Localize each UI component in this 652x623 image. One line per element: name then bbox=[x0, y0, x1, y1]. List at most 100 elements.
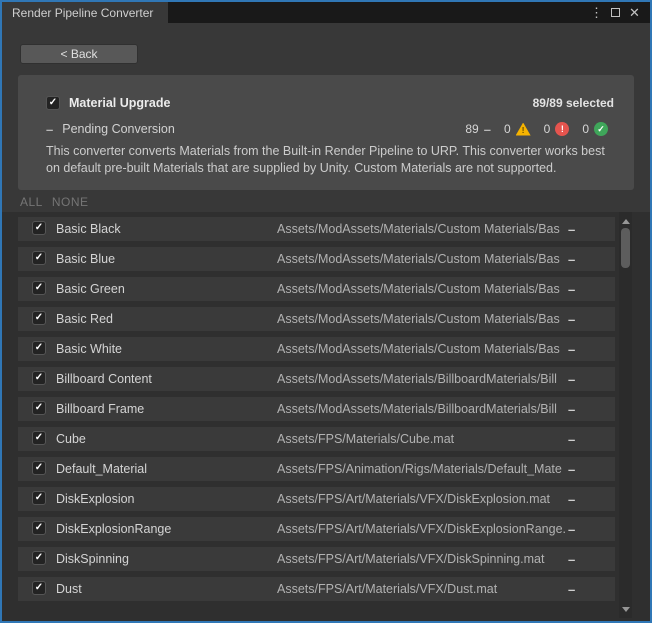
converter-description: This converter converts Materials from t… bbox=[46, 143, 618, 177]
row-path: Assets/FPS/Art/Materials/VFX/DiskExplosi… bbox=[277, 492, 567, 506]
row-path: Assets/FPS/Art/Materials/VFX/DiskExplosi… bbox=[277, 522, 567, 536]
pending-count: 89 bbox=[465, 122, 478, 136]
status-counters: 89 – 0 ! 0 ! 0 ✓ bbox=[465, 122, 608, 136]
row-status-icon: – bbox=[568, 252, 575, 267]
render-pipeline-converter-window: Render Pipeline Converter ⋮ ✕ < Back ✓ M… bbox=[0, 0, 652, 623]
vertical-scrollbar[interactable] bbox=[619, 212, 632, 618]
material-row[interactable]: ✓ Billboard Content Assets/ModAssets/Mat… bbox=[18, 367, 615, 391]
material-row[interactable]: ✓ DiskExplosion Assets/FPS/Art/Materials… bbox=[18, 487, 615, 511]
row-checkbox[interactable]: ✓ bbox=[32, 491, 46, 505]
converter-name: Material Upgrade bbox=[69, 96, 170, 110]
row-path: Assets/ModAssets/Materials/Custom Materi… bbox=[277, 222, 567, 236]
material-row[interactable]: ✓ Basic Green Assets/ModAssets/Materials… bbox=[18, 277, 615, 301]
row-path: Assets/ModAssets/Materials/BillboardMate… bbox=[277, 372, 567, 386]
row-name: DiskExplosionRange bbox=[56, 522, 171, 536]
selection-buttons: ALL NONE bbox=[20, 194, 89, 210]
row-checkbox[interactable]: ✓ bbox=[32, 221, 46, 235]
row-name: Basic Blue bbox=[56, 252, 115, 266]
row-path: Assets/FPS/Art/Materials/VFX/Dust.mat bbox=[277, 582, 567, 596]
warning-counter: 0 ! bbox=[504, 122, 531, 136]
row-name: Default_Material bbox=[56, 462, 147, 476]
pending-dash-icon: – bbox=[484, 123, 491, 136]
row-status-icon: – bbox=[568, 582, 575, 597]
success-icon: ✓ bbox=[594, 122, 608, 136]
pending-state-icon: – bbox=[46, 123, 53, 136]
row-status-icon: – bbox=[568, 552, 575, 567]
title-bar: Render Pipeline Converter ⋮ ✕ bbox=[2, 2, 650, 23]
row-name: Cube bbox=[56, 432, 86, 446]
error-icon: ! bbox=[555, 122, 569, 136]
row-checkbox[interactable]: ✓ bbox=[32, 551, 46, 565]
select-all-button[interactable]: ALL bbox=[20, 195, 43, 209]
window-controls: ⋮ ✕ bbox=[587, 2, 644, 23]
row-status-icon: – bbox=[568, 282, 575, 297]
window-tab-title: Render Pipeline Converter bbox=[12, 6, 153, 20]
material-row[interactable]: ✓ Basic Blue Assets/ModAssets/Materials/… bbox=[18, 247, 615, 271]
material-row[interactable]: ✓ Default_Material Assets/FPS/Animation/… bbox=[18, 457, 615, 481]
window-menu-icon[interactable]: ⋮ bbox=[587, 5, 606, 21]
row-checkbox[interactable]: ✓ bbox=[32, 401, 46, 415]
pending-conversion-label: Pending Conversion bbox=[62, 122, 175, 136]
converter-checkbox[interactable]: ✓ bbox=[46, 96, 60, 110]
scrollbar-thumb[interactable] bbox=[621, 228, 630, 268]
converter-panel: ✓ Material Upgrade 89/89 selected – Pend… bbox=[18, 75, 634, 190]
material-row[interactable]: ✓ Basic Black Assets/ModAssets/Materials… bbox=[18, 217, 615, 241]
row-checkbox[interactable]: ✓ bbox=[32, 431, 46, 445]
row-path: Assets/ModAssets/Materials/Custom Materi… bbox=[277, 252, 567, 266]
row-path: Assets/ModAssets/Materials/Custom Materi… bbox=[277, 342, 567, 356]
row-checkbox[interactable]: ✓ bbox=[32, 311, 46, 325]
row-name: Billboard Content bbox=[56, 372, 152, 386]
materials-list-area: ✓ Basic Black Assets/ModAssets/Materials… bbox=[2, 212, 650, 621]
success-count: 0 bbox=[582, 122, 589, 136]
row-path: Assets/FPS/Animation/Rigs/Materials/Defa… bbox=[277, 462, 567, 476]
row-status-icon: – bbox=[568, 492, 575, 507]
converter-header-row: ✓ Material Upgrade 89/89 selected bbox=[46, 94, 614, 112]
row-name: Billboard Frame bbox=[56, 402, 144, 416]
error-count: 0 bbox=[544, 122, 551, 136]
row-name: Basic Green bbox=[56, 282, 125, 296]
material-row[interactable]: ✓ Basic White Assets/ModAssets/Materials… bbox=[18, 337, 615, 361]
row-status-icon: – bbox=[568, 342, 575, 357]
row-status-icon: – bbox=[568, 402, 575, 417]
window-tab[interactable]: Render Pipeline Converter bbox=[2, 2, 168, 23]
material-row[interactable]: ✓ Billboard Frame Assets/ModAssets/Mater… bbox=[18, 397, 615, 421]
error-counter: 0 ! bbox=[544, 122, 570, 136]
row-checkbox[interactable]: ✓ bbox=[32, 251, 46, 265]
row-path: Assets/FPS/Materials/Cube.mat bbox=[277, 432, 567, 446]
material-row[interactable]: ✓ DiskSpinning Assets/FPS/Art/Materials/… bbox=[18, 547, 615, 571]
row-checkbox[interactable]: ✓ bbox=[32, 281, 46, 295]
row-name: DiskSpinning bbox=[56, 552, 129, 566]
selected-summary: 89/89 selected bbox=[533, 96, 614, 110]
row-status-icon: – bbox=[568, 522, 575, 537]
close-icon[interactable]: ✕ bbox=[625, 5, 644, 21]
row-name: Basic Red bbox=[56, 312, 113, 326]
material-row[interactable]: ✓ DiskExplosionRange Assets/FPS/Art/Mate… bbox=[18, 517, 615, 541]
scroll-down-icon[interactable] bbox=[619, 602, 632, 616]
row-status-icon: – bbox=[568, 432, 575, 447]
row-checkbox[interactable]: ✓ bbox=[32, 341, 46, 355]
maximize-icon[interactable] bbox=[606, 5, 625, 20]
pending-counter: 89 – bbox=[465, 122, 491, 136]
back-button[interactable]: < Back bbox=[20, 44, 138, 64]
pending-conversion-row[interactable]: – Pending Conversion 89 – 0 ! 0 ! 0 bbox=[46, 120, 608, 138]
row-name: Basic White bbox=[56, 342, 122, 356]
row-path: Assets/FPS/Art/Materials/VFX/DiskSpinnin… bbox=[277, 552, 567, 566]
select-none-button[interactable]: NONE bbox=[52, 195, 89, 209]
row-status-icon: – bbox=[568, 222, 575, 237]
row-status-icon: – bbox=[568, 312, 575, 327]
material-row[interactable]: ✓ Cube Assets/FPS/Materials/Cube.mat – bbox=[18, 427, 615, 451]
warning-count: 0 bbox=[504, 122, 511, 136]
row-checkbox[interactable]: ✓ bbox=[32, 461, 46, 475]
row-checkbox[interactable]: ✓ bbox=[32, 521, 46, 535]
material-row[interactable]: ✓ Dust Assets/FPS/Art/Materials/VFX/Dust… bbox=[18, 577, 615, 601]
success-counter: 0 ✓ bbox=[582, 122, 608, 136]
row-status-icon: – bbox=[568, 372, 575, 387]
row-path: Assets/ModAssets/Materials/Custom Materi… bbox=[277, 282, 567, 296]
row-name: Dust bbox=[56, 582, 82, 596]
row-path: Assets/ModAssets/Materials/Custom Materi… bbox=[277, 312, 567, 326]
material-row[interactable]: ✓ Basic Red Assets/ModAssets/Materials/C… bbox=[18, 307, 615, 331]
row-name: DiskExplosion bbox=[56, 492, 135, 506]
row-checkbox[interactable]: ✓ bbox=[32, 581, 46, 595]
scroll-up-icon[interactable] bbox=[619, 214, 632, 228]
row-checkbox[interactable]: ✓ bbox=[32, 371, 46, 385]
